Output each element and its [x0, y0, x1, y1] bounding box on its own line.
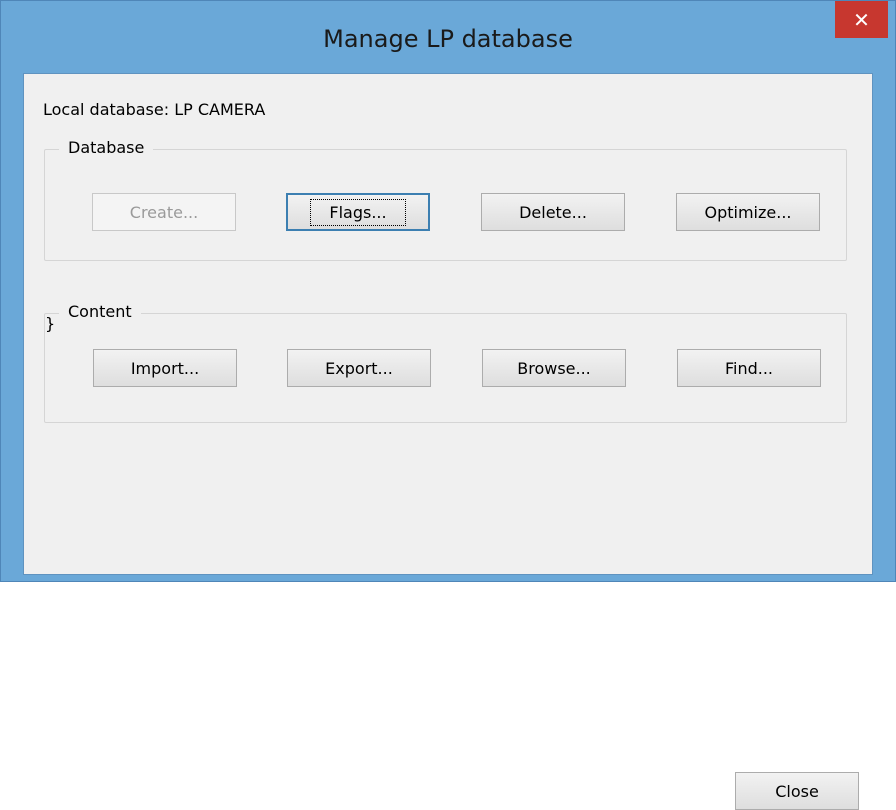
local-database-label: Local database: LP CAMERA: [43, 100, 266, 119]
window-title: Manage LP database: [323, 25, 573, 53]
flags-button[interactable]: Flags...: [286, 193, 430, 231]
dialog-body: Local database: LP CAMERA Database Creat…: [23, 73, 873, 810]
content-group-legend: Content: [59, 302, 141, 321]
find-button-label: Find...: [724, 358, 774, 378]
close-button[interactable]: Close: [735, 772, 859, 810]
database-group-legend: Database: [59, 138, 154, 157]
dialog-window: Manage LP database ✕ Local database: LP …: [0, 0, 896, 810]
close-icon[interactable]: ✕: [835, 1, 888, 38]
optimize-button-label: Optimize...: [704, 202, 792, 222]
browse-button[interactable]: Browse...: [482, 349, 626, 387]
title-bar[interactable]: Manage LP database ✕: [1, 1, 895, 81]
browse-button-label: Browse...: [517, 358, 591, 378]
delete-button-label: Delete...: [519, 202, 587, 222]
database-group: Database Create... Flags... Delete... Op…: [44, 138, 847, 261]
export-button-label: Export...: [325, 358, 393, 378]
create-button[interactable]: Create...: [92, 193, 236, 231]
delete-button[interactable]: Delete...: [481, 193, 625, 231]
flags-button-label: Flags...: [310, 198, 406, 226]
import-button-label: Import...: [130, 358, 200, 378]
content-group: Content Import... Export... Browse... Fi…: [44, 302, 859, 810]
create-button-label: Create...: [129, 202, 199, 222]
find-button[interactable]: Find...: [677, 349, 821, 387]
close-button-label: Close: [775, 781, 819, 801]
import-button[interactable]: Import...: [93, 349, 237, 387]
optimize-button[interactable]: Optimize...: [676, 193, 820, 231]
export-button[interactable]: Export...: [287, 349, 431, 387]
